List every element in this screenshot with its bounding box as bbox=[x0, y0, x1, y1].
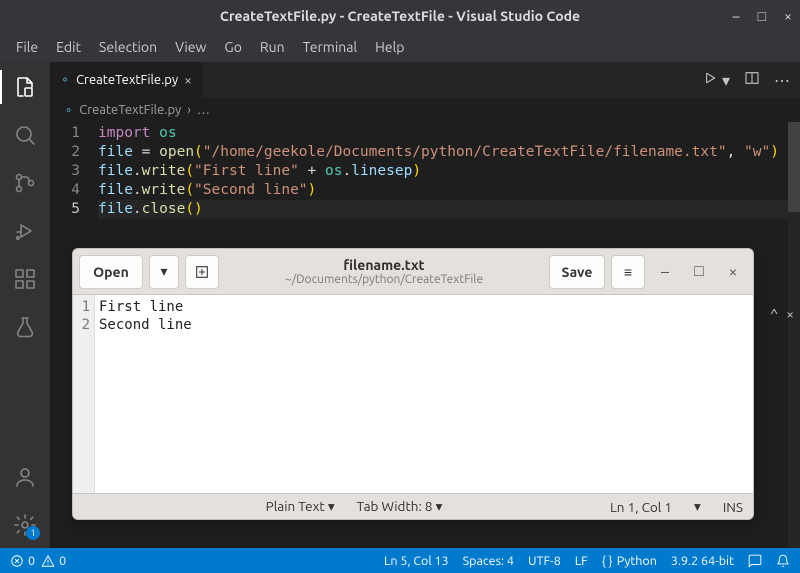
gedit-new-tab-button[interactable] bbox=[185, 255, 219, 289]
settings-icon[interactable]: 1 bbox=[12, 512, 38, 538]
run-debug-icon[interactable] bbox=[12, 218, 38, 244]
panel-chevron-icon[interactable]: ^ bbox=[770, 306, 778, 322]
status-cursor-position[interactable]: Ln 5, Col 13 bbox=[384, 554, 449, 568]
status-errors[interactable]: 0 bbox=[10, 554, 35, 568]
python-file-icon: ⚬ bbox=[64, 104, 73, 117]
gedit-status-bar: Plain Text ▾ Tab Width: 8 ▾ Ln 1, Col 1 … bbox=[73, 493, 753, 519]
status-warnings[interactable]: 0 bbox=[41, 554, 66, 568]
tab-bar: ⚬ CreateTextFile.py × ▾ ⋯ bbox=[50, 62, 800, 98]
activity-bar: 1 bbox=[0, 62, 50, 548]
status-language[interactable]: { } Python bbox=[602, 554, 657, 568]
menu-go[interactable]: Go bbox=[216, 35, 249, 59]
maximize-icon[interactable]: □ bbox=[758, 8, 766, 24]
editor-actions: ▾ ⋯ bbox=[702, 62, 800, 98]
gedit-maximize-icon[interactable]: □ bbox=[685, 258, 713, 286]
menu-bar: File Edit Selection View Go Run Terminal… bbox=[0, 32, 800, 62]
gedit-title: filename.txt bbox=[225, 257, 543, 273]
gedit-hamburger-icon[interactable]: ≡ bbox=[611, 255, 645, 289]
close-icon[interactable]: × bbox=[784, 8, 792, 24]
breadcrumb-separator: › bbox=[187, 103, 191, 117]
status-indentation[interactable]: Spaces: 4 bbox=[463, 554, 514, 568]
gedit-tab-width-selector[interactable]: Tab Width: 8 ▾ bbox=[357, 498, 443, 515]
gedit-title-area: filename.txt ~/Documents/python/CreateTe… bbox=[225, 257, 543, 286]
gedit-open-dropdown[interactable]: ▾ bbox=[149, 255, 179, 289]
extensions-icon[interactable] bbox=[12, 266, 38, 292]
status-eol[interactable]: LF bbox=[575, 554, 588, 568]
window-title: CreateTextFile.py - CreateTextFile - Vis… bbox=[220, 8, 580, 24]
tab-createtextfile[interactable]: ⚬ CreateTextFile.py × bbox=[50, 62, 203, 98]
gedit-text-area[interactable]: 1 2 First line Second line bbox=[73, 295, 753, 493]
split-editor-icon[interactable] bbox=[744, 70, 760, 90]
gedit-minimize-icon[interactable]: – bbox=[651, 258, 679, 286]
gedit-cursor-dropdown-icon[interactable]: ▾ bbox=[694, 498, 701, 515]
menu-selection[interactable]: Selection bbox=[91, 35, 165, 59]
menu-view[interactable]: View bbox=[167, 35, 214, 59]
run-file-icon[interactable] bbox=[702, 70, 718, 90]
status-interpreter[interactable]: 3.9.2 64-bit bbox=[671, 554, 734, 568]
tab-label: CreateTextFile.py bbox=[76, 73, 178, 87]
breadcrumb-file[interactable]: CreateTextFile.py bbox=[79, 103, 181, 117]
source-control-icon[interactable] bbox=[12, 170, 38, 196]
status-encoding[interactable]: UTF-8 bbox=[528, 554, 561, 568]
panel-controls: ^ × bbox=[770, 306, 794, 322]
run-dropdown-icon[interactable]: ▾ bbox=[722, 71, 730, 90]
explorer-icon[interactable] bbox=[12, 74, 38, 100]
accounts-icon[interactable] bbox=[12, 464, 38, 490]
menu-file[interactable]: File bbox=[8, 35, 46, 59]
minimize-icon[interactable]: – bbox=[733, 8, 740, 24]
gedit-open-button[interactable]: Open bbox=[79, 255, 143, 289]
settings-badge: 1 bbox=[26, 526, 40, 540]
breadcrumb[interactable]: ⚬ CreateTextFile.py › … bbox=[50, 98, 800, 122]
gedit-insert-mode[interactable]: INS bbox=[723, 499, 743, 515]
scrollbar-thumb[interactable] bbox=[788, 122, 800, 212]
gedit-window: Open ▾ filename.txt ~/Documents/python/C… bbox=[72, 248, 754, 520]
search-icon[interactable] bbox=[12, 122, 38, 148]
gedit-close-icon[interactable]: × bbox=[719, 258, 747, 286]
gedit-subtitle: ~/Documents/python/CreateTextFile bbox=[225, 273, 543, 286]
more-actions-icon[interactable]: ⋯ bbox=[774, 71, 790, 90]
tab-close-icon[interactable]: × bbox=[184, 72, 192, 88]
testing-icon[interactable] bbox=[12, 314, 38, 340]
gedit-header: Open ▾ filename.txt ~/Documents/python/C… bbox=[73, 249, 753, 295]
menu-terminal[interactable]: Terminal bbox=[295, 35, 366, 59]
gedit-language-selector[interactable]: Plain Text ▾ bbox=[266, 498, 335, 515]
gedit-cursor-position[interactable]: Ln 1, Col 1 bbox=[610, 499, 672, 515]
gedit-content[interactable]: First line Second line bbox=[95, 295, 753, 493]
menu-run[interactable]: Run bbox=[252, 35, 293, 59]
panel-close-icon[interactable]: × bbox=[786, 306, 794, 322]
window-controls: – □ × bbox=[733, 8, 792, 24]
menu-edit[interactable]: Edit bbox=[48, 35, 89, 59]
title-bar: CreateTextFile.py - CreateTextFile - Vis… bbox=[0, 0, 800, 32]
breadcrumb-more[interactable]: … bbox=[197, 103, 210, 117]
gedit-save-button[interactable]: Save bbox=[549, 255, 605, 289]
python-file-icon: ⚬ bbox=[60, 73, 70, 87]
status-notifications-icon[interactable] bbox=[776, 554, 790, 568]
status-bar: 0 0 Ln 5, Col 13 Spaces: 4 UTF-8 LF { } … bbox=[0, 548, 800, 573]
menu-help[interactable]: Help bbox=[367, 35, 412, 59]
status-feedback-icon[interactable] bbox=[748, 554, 762, 568]
gedit-gutter: 1 2 bbox=[73, 295, 95, 493]
